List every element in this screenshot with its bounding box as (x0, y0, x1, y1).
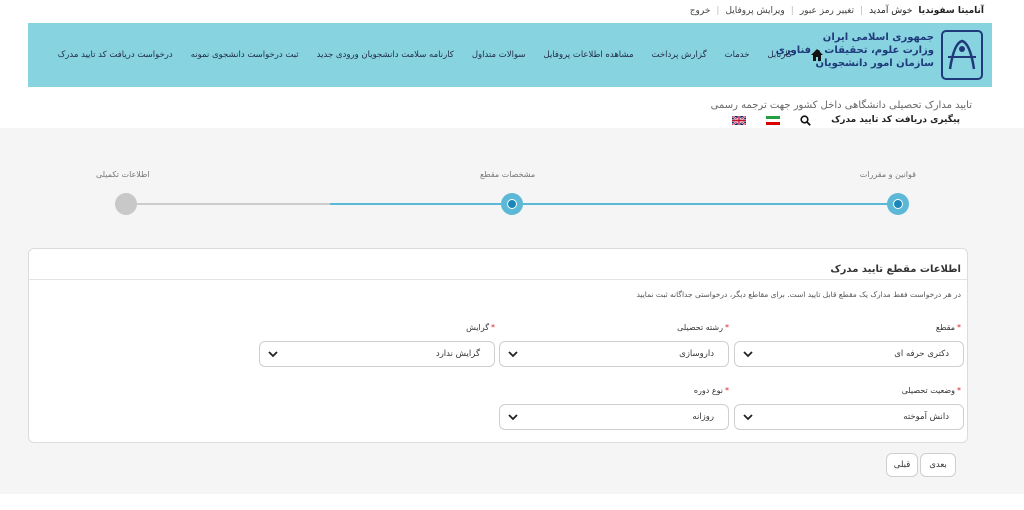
nav-item-health-record[interactable]: کارنامه سلامت دانشجویان ورودی جدید (317, 50, 454, 60)
nav-item-verification-code[interactable]: درخواست دریافت کد تایید مدرک (58, 50, 173, 60)
step-dot-rules[interactable] (887, 193, 909, 215)
status-value: دانش آموخته (903, 412, 949, 422)
degree-label: *مقطع (935, 323, 961, 332)
nav-item-profile[interactable]: مشاهده اطلاعات پروفایل (544, 50, 634, 60)
iran-flag-icon[interactable] (766, 115, 781, 125)
step-dot-complementary-info[interactable] (115, 193, 137, 215)
degree-select[interactable]: دکتری حرفه ای (734, 341, 964, 367)
prev-button[interactable]: قبلی (886, 453, 918, 477)
stepper-track-completed (330, 203, 898, 205)
chevron-down-icon (743, 414, 753, 421)
form-panel-area: اطلاعات مقطع تایید مدرک در هر درخواست فق… (0, 246, 1024, 494)
track-code-link[interactable]: پیگیری دریافت کد تایید مدرک (831, 115, 960, 125)
nav-item-services[interactable]: خدمات (725, 50, 750, 60)
major-label: *رشته تحصیلی (677, 323, 729, 332)
divider (29, 279, 967, 280)
next-button[interactable]: بعدی (920, 453, 956, 477)
orientation-select[interactable]: گرایش ندارد (259, 341, 495, 367)
main-nav: کارتابل خدمات گزارش پرداخت مشاهده اطلاعا… (58, 23, 824, 87)
edit-profile-link[interactable]: ویرایش پروفایل (725, 6, 784, 16)
step-dot-degree-info[interactable] (501, 193, 523, 215)
separator: | (716, 6, 720, 16)
degree-info-card: اطلاعات مقطع تایید مدرک در هر درخواست فق… (28, 248, 968, 443)
major-select[interactable]: داروسازی (499, 341, 729, 367)
separator: | (790, 6, 794, 16)
separator: | (860, 6, 864, 16)
chevron-down-icon (268, 351, 278, 358)
orientation-label: *گرایش (466, 323, 495, 332)
page-title: تایید مدارک تحصیلی دانشگاهی داخل کشور جه… (710, 100, 972, 111)
logout-link[interactable]: خروج (690, 6, 711, 16)
chevron-down-icon (508, 414, 518, 421)
step-label-degree-info: مشخصات مقطع (480, 170, 536, 179)
nav-item-cartable[interactable]: کارتابل (768, 50, 793, 60)
welcome-text: خوش آمدید (869, 6, 913, 16)
page-title-area: تایید مدارک تحصیلی دانشگاهی داخل کشور جه… (711, 100, 972, 111)
header-banner: جمهوری اسلامی ایران وزارت علوم، تحقیقات … (28, 23, 992, 87)
card-title: اطلاعات مقطع تایید مدرک (830, 264, 961, 275)
progress-stepper: قوانین و مقررات مشخصات مقطع اطلاعات تکمی… (0, 128, 1024, 246)
status-label: *وضعیت تحصیلی (901, 386, 961, 395)
major-value: داروسازی (679, 349, 714, 359)
user-name: آنامیتا سفوندیا (918, 6, 984, 16)
course-type-select[interactable]: روزانه (499, 404, 729, 430)
organization-logo-icon (941, 30, 983, 80)
nav-item-sample-student[interactable]: ثبت درخواست دانشجوی نمونه (191, 50, 299, 60)
sub-toolbar: پیگیری دریافت کد تایید مدرک (560, 112, 960, 128)
stepper-track-pending (126, 203, 330, 205)
status-select[interactable]: دانش آموخته (734, 404, 964, 430)
step-label-complementary-info: اطلاعات تکمیلی (96, 170, 150, 179)
search-icon[interactable] (800, 114, 811, 126)
nav-item-faq[interactable]: سوالات متداول (472, 50, 526, 60)
course-type-value: روزانه (692, 412, 714, 422)
home-icon[interactable] (810, 48, 824, 62)
chevron-down-icon (508, 351, 518, 358)
uk-flag-icon[interactable] (732, 115, 747, 125)
degree-value: دکتری حرفه ای (894, 349, 949, 359)
step-label-rules: قوانین و مقررات (859, 170, 916, 179)
chevron-down-icon (743, 351, 753, 358)
nav-item-payment-report[interactable]: گزارش پرداخت (652, 50, 707, 60)
change-password-link[interactable]: تغییر رمز عبور (800, 6, 854, 16)
course-type-label: *نوع دوره (693, 386, 729, 395)
top-bar: آنامیتا سفوندیا خوش آمدید | تغییر رمز عب… (0, 0, 1024, 22)
card-note: در هر درخواست فقط مدارک یک مقطع قابل تای… (636, 290, 962, 299)
orientation-value: گرایش ندارد (435, 349, 480, 359)
